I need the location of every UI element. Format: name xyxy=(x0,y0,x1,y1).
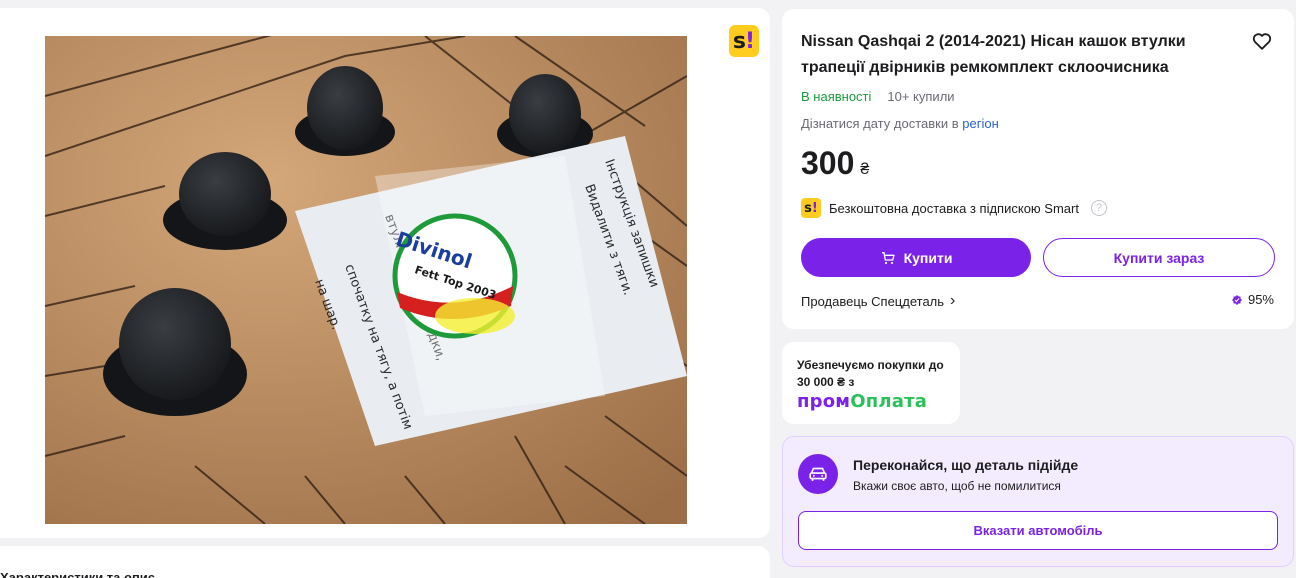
price-currency: ₴ xyxy=(860,161,870,178)
chevron-right-icon: › xyxy=(950,292,956,309)
price-value: 300 xyxy=(801,145,855,181)
car-check-subtitle: Вкажи своє авто, щоб не помилитися xyxy=(853,479,1061,493)
gallery-card: на шар. спочатку на тягу, а потім втулку… xyxy=(0,8,770,538)
description-heading: Характеристики та опис xyxy=(0,570,156,578)
seller-rating: 95% xyxy=(1231,292,1274,307)
stock-row: В наявності 10+ купили xyxy=(801,89,955,104)
cart-icon xyxy=(881,251,895,264)
smart-badge-mark: ! xyxy=(745,28,756,54)
help-icon[interactable]: ? xyxy=(1090,200,1107,216)
protection-text: Убезпечуємо покупки до 30 000 ₴ з xyxy=(797,358,944,389)
rating-badge-icon xyxy=(1231,294,1242,305)
product-title: Nissan Qashqai 2 (2014-2021) Нісан кашок… xyxy=(801,33,1186,76)
description-card: Характеристики та опис xyxy=(0,546,770,578)
price: 300 ₴ xyxy=(801,145,869,182)
smart-badge: s! xyxy=(729,25,759,57)
region-link[interactable]: регіон xyxy=(962,116,999,131)
car-check-card: Переконайся, що деталь підійде Вкажи сво… xyxy=(782,436,1294,567)
prom-logo-part2: Оплата xyxy=(850,391,928,412)
car-icon xyxy=(798,454,838,494)
rating-value: 95% xyxy=(1247,292,1274,307)
buy-button-label: Купити xyxy=(903,249,953,266)
car-check-title: Переконайся, що деталь підійде xyxy=(853,457,1079,473)
smart-icon: s! xyxy=(801,198,821,218)
delivery-info: Дізнатися дату доставки в регіон xyxy=(801,116,999,131)
smart-delivery-row: s! Безкоштовна доставка з підпискою Smar… xyxy=(801,198,1107,218)
prom-oplata-logo: промОплата xyxy=(797,391,927,412)
stock-status: В наявності xyxy=(801,89,872,104)
delivery-text: Дізнатися дату доставки в xyxy=(801,116,959,131)
prom-logo-part1: пром xyxy=(797,391,851,412)
heart-icon[interactable] xyxy=(1251,30,1273,52)
buy-button[interactable]: Купити xyxy=(801,238,1031,277)
seller-name: Продавець Спецдеталь xyxy=(801,293,945,309)
purchase-protection-card: Убезпечуємо покупки до 30 000 ₴ з промОп… xyxy=(782,342,960,424)
smart-delivery-text: Безкоштовна доставка з підпискою Smart xyxy=(829,200,1079,216)
add-car-button[interactable]: Вказати автомобіль xyxy=(798,511,1278,550)
smart-icon-mark: ! xyxy=(811,200,818,216)
product-photo[interactable]: на шар. спочатку на тягу, а потім втулку… xyxy=(45,36,687,524)
product-info-card: Nissan Qashqai 2 (2014-2021) Нісан кашок… xyxy=(782,9,1294,329)
smart-icon-letter: s xyxy=(804,200,812,216)
bought-count: 10+ купили xyxy=(887,89,955,104)
buy-now-button[interactable]: Купити зараз xyxy=(1043,238,1275,277)
seller-link[interactable]: Продавець Спецдеталь › xyxy=(801,292,955,310)
